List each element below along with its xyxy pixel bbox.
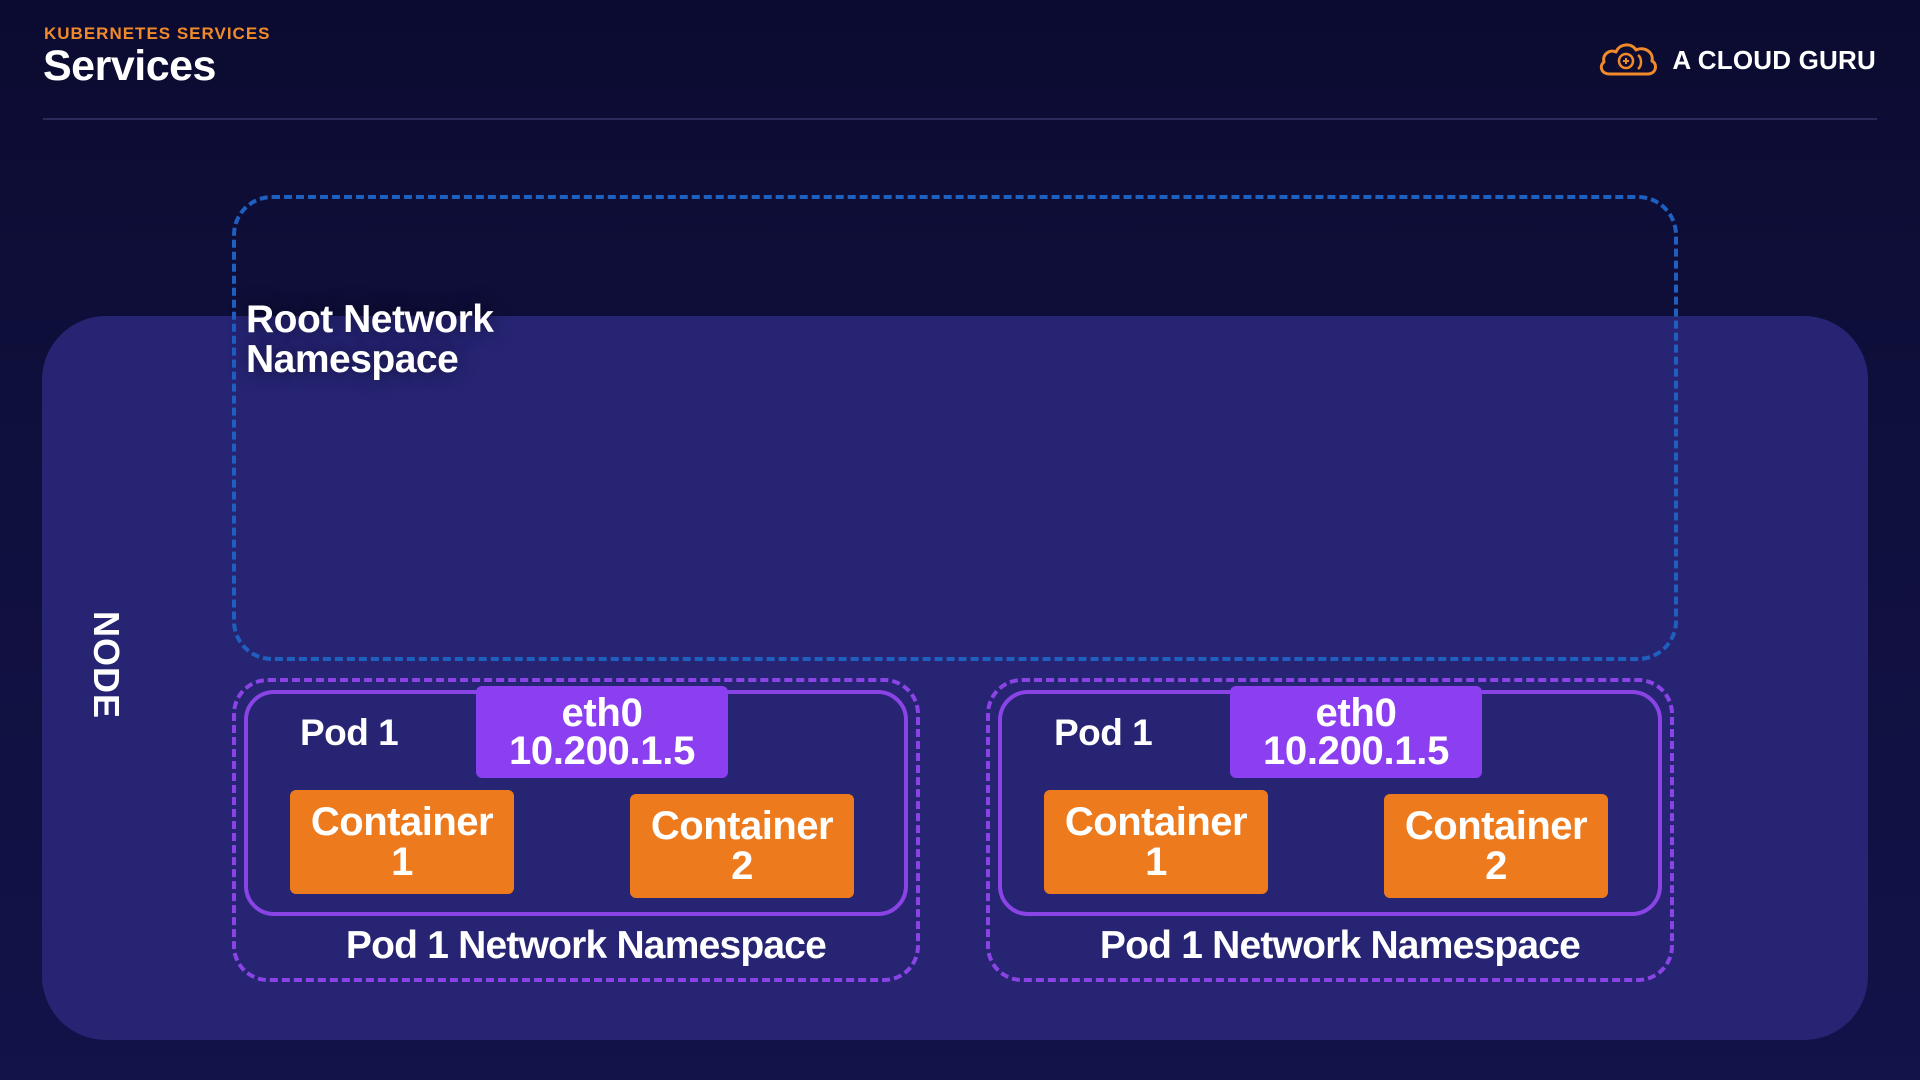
node-label: NODE xyxy=(86,610,128,720)
interface-ip: 10.200.1.5 xyxy=(508,729,696,773)
pod-box: Pod 1 eth0 10.200.1.5 Container 1 Contai… xyxy=(998,686,1662,916)
container-1: Container 1 xyxy=(290,790,514,894)
slide: KUBERNETES SERVICES Services A CLOUD GUR… xyxy=(0,0,1920,1080)
header-divider xyxy=(43,118,1877,120)
brand-name: A CLOUD GURU xyxy=(1672,44,1876,75)
node-label-text: NODE xyxy=(86,610,128,720)
container-number: 2 xyxy=(731,844,753,888)
container-label: Container xyxy=(1064,800,1248,844)
root-network-namespace xyxy=(232,195,1678,661)
brand-logo: A CLOUD GURU xyxy=(1596,40,1876,80)
container-number: 2 xyxy=(1485,844,1507,888)
pod-namespace-label: Pod 1 Network Namespace xyxy=(345,924,827,967)
pod-network-namespace: Pod 1 eth0 10.200.1.5 Container 1 Contai… xyxy=(986,678,1674,982)
interface-name: eth0 xyxy=(561,691,643,735)
root-namespace-label-line1: Root Network xyxy=(246,298,494,341)
eth0-interface: eth0 10.200.1.5 xyxy=(1230,686,1482,778)
root-namespace-label: Root Network Namespace xyxy=(246,300,494,380)
interface-name: eth0 xyxy=(1315,691,1397,735)
interface-ip: 10.200.1.5 xyxy=(1262,729,1450,773)
eth0-interface: eth0 10.200.1.5 xyxy=(476,686,728,778)
container-label: Container xyxy=(1404,804,1588,848)
pod-label: Pod 1 xyxy=(1054,712,1153,753)
container-label: Container xyxy=(650,804,834,848)
pod-namespace-label: Pod 1 Network Namespace xyxy=(1099,924,1581,967)
container-number: 1 xyxy=(391,840,413,884)
container-number: 1 xyxy=(1145,840,1167,884)
container-1: Container 1 xyxy=(1044,790,1268,894)
pod-network-namespace: Pod 1 eth0 10.200.1.5 Container 1 Contai… xyxy=(232,678,920,982)
cloud-logo-icon xyxy=(1600,43,1658,76)
container-2: Container 2 xyxy=(1384,794,1608,898)
container-label: Container xyxy=(310,800,494,844)
root-namespace-label-line2: Namespace xyxy=(246,338,459,381)
container-2: Container 2 xyxy=(630,794,854,898)
pod-label: Pod 1 xyxy=(300,712,399,753)
page-title: Services xyxy=(43,42,216,90)
section-kicker: KUBERNETES SERVICES xyxy=(44,24,271,43)
pod-box: Pod 1 eth0 10.200.1.5 Container 1 Contai… xyxy=(244,686,908,916)
